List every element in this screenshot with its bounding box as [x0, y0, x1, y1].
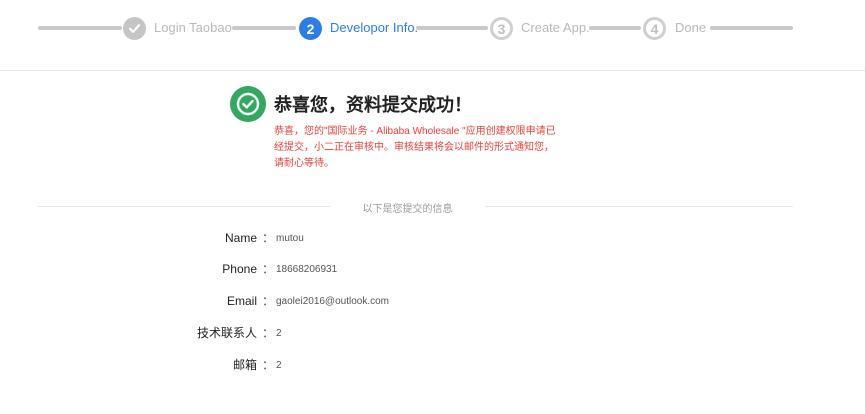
info-label: Email [226, 294, 257, 308]
section-title: 以下是您提交的信息 [362, 204, 453, 215]
info-row-mailbox: 邮箱 ： 2 [0, 356, 865, 376]
info-value: 18668206931 [276, 264, 338, 275]
step-connector [710, 26, 793, 30]
step-4-label: Done [675, 20, 707, 35]
info-label: 技术联系人 [196, 326, 257, 340]
info-value: mutou [276, 233, 304, 244]
info-label: 邮箱 [232, 358, 257, 372]
info-value: 2 [276, 328, 282, 339]
check-icon [128, 24, 141, 33]
section-divider-left [38, 206, 330, 207]
info-colon: ： [262, 262, 275, 276]
step-connector [589, 26, 641, 30]
info-colon: ： [262, 294, 275, 308]
info-row-tech-contact: 技术联系人 ： 2 [0, 324, 865, 344]
info-row-email: Email ： gaolei2016@outlook.com [0, 292, 865, 312]
step-connector [38, 26, 122, 30]
step-connector [232, 26, 296, 30]
info-colon: ： [262, 326, 275, 340]
success-message: 恭喜，您的"国际业务 - Alibaba Wholesale "应用创建权限申请… [274, 126, 556, 169]
info-label: Name [224, 231, 257, 245]
info-colon: ： [262, 231, 275, 245]
success-title: 恭喜您，资料提交成功！ [274, 95, 472, 115]
step-4-circle: 4 [643, 17, 666, 40]
progress-stepper: Login Taobao 2 Developor Info. 3 Create … [0, 0, 865, 58]
step-2-circle: 2 [299, 17, 322, 40]
info-colon: ： [262, 358, 275, 372]
info-label: Phone [222, 262, 257, 276]
step-connector [416, 26, 488, 30]
step-3-circle: 3 [490, 17, 513, 40]
info-row-phone: Phone ： 18668206931 [0, 260, 865, 280]
step-2-label: Developor Info. [330, 20, 419, 35]
section-divider-right [485, 206, 793, 207]
info-row-name: Name ： mutou [0, 229, 865, 249]
step-1-label: Login Taobao [154, 20, 232, 35]
header-divider [0, 70, 865, 71]
info-value: 2 [276, 360, 282, 371]
info-value: gaolei2016@outlook.com [276, 296, 390, 307]
step-1-done-circle [123, 17, 146, 40]
success-icon [230, 86, 266, 122]
step-3-label: Create App. [521, 20, 590, 35]
